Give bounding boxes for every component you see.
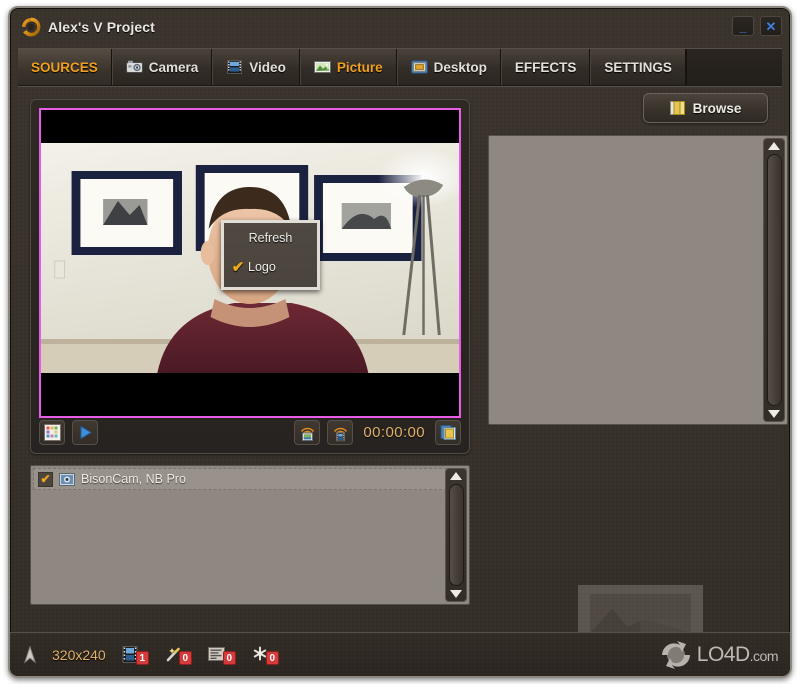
minimize-button[interactable]: _ — [732, 16, 754, 36]
scroll-up-icon[interactable] — [450, 472, 462, 480]
tab-desktop-label: Desktop — [433, 59, 487, 75]
broadcast-video-button[interactable] — [327, 419, 354, 445]
source-label: BisonCam, NB Pro — [81, 472, 186, 486]
scroll-down-icon[interactable] — [768, 410, 780, 418]
tab-bar-filler — [685, 49, 782, 85]
play-icon — [80, 425, 92, 439]
window-controls: _ ✕ — [732, 16, 782, 36]
video-preview[interactable]: Refresh ✔ Logo — [39, 108, 461, 418]
picture-list[interactable] — [488, 135, 788, 425]
title-bar[interactable]: Alex's V Project _ ✕ — [10, 8, 790, 46]
browse-label: Browse — [692, 100, 742, 116]
minimize-icon: _ — [739, 18, 747, 34]
scroll-up-icon[interactable] — [768, 142, 780, 150]
timecode-display: 00:00:00 — [363, 423, 425, 441]
broadcast-image-icon — [300, 427, 315, 441]
folder-icon — [669, 101, 685, 115]
watermark-text: LO4D.com — [696, 642, 779, 667]
tab-picture[interactable]: Picture — [299, 49, 397, 85]
tab-camera-label: Camera — [148, 59, 199, 75]
application-window: Alex's V Project _ ✕ SOURCES Camera Vide… — [8, 6, 792, 678]
tab-video-label: Video — [249, 59, 286, 75]
tab-video[interactable]: Video — [212, 49, 300, 85]
window-title: Alex's V Project — [48, 19, 155, 35]
status-badge: 0 — [222, 651, 236, 665]
scrollbar-thumb[interactable] — [448, 484, 464, 586]
film-icon — [227, 60, 243, 74]
context-menu: Refresh ✔ Logo — [221, 220, 320, 290]
status-badge: 0 — [178, 651, 192, 665]
tab-picture-label: Picture — [336, 59, 383, 75]
counter-filters[interactable]: 0 — [252, 646, 279, 665]
counter-effects[interactable]: 0 — [165, 646, 192, 665]
refresh-circle-icon — [661, 640, 690, 669]
watermark-main: LO4D — [696, 642, 750, 666]
check-icon: ✔ — [40, 472, 51, 486]
tab-settings-label: SETTINGS — [604, 59, 672, 75]
copy-files-icon — [440, 424, 456, 440]
broadcast-video-icon — [333, 427, 348, 441]
tab-sources-label: SOURCES — [31, 59, 98, 75]
tab-sources[interactable]: SOURCES — [18, 49, 112, 85]
menu-item-refresh-label: Refresh — [248, 230, 293, 245]
color-palette-button[interactable] — [39, 419, 65, 445]
menu-item-logo-label: Logo — [248, 259, 276, 274]
play-button[interactable] — [72, 419, 98, 445]
close-button[interactable]: ✕ — [760, 16, 782, 36]
counter-video[interactable]: 1 — [122, 646, 149, 665]
broadcast-image-button[interactable] — [294, 419, 321, 445]
camera-icon — [125, 60, 143, 73]
picture-list-scrollbar[interactable] — [763, 138, 785, 422]
preview-toolbar: 00:00:00 — [39, 417, 461, 447]
scrollbar-thumb[interactable] — [766, 154, 782, 406]
close-icon: ✕ — [765, 18, 777, 34]
menu-item-refresh[interactable]: Refresh — [224, 223, 317, 252]
list-item[interactable]: ✔ BisonCam, NB Pro — [33, 468, 467, 490]
status-bar: 320x240 1 0 0 0 LO4D.com — [10, 632, 790, 676]
resolution-label: 320x240 — [52, 646, 106, 663]
snapshot-button[interactable] — [435, 419, 461, 445]
tab-effects[interactable]: EFFECTS — [500, 49, 591, 85]
tab-settings[interactable]: SETTINGS — [590, 49, 686, 85]
source-checkbox[interactable]: ✔ — [38, 471, 53, 487]
menu-item-logo[interactable]: ✔ Logo — [224, 252, 317, 281]
status-badge: 1 — [135, 651, 149, 665]
watermark: LO4D.com — [659, 640, 779, 669]
picture-icon — [313, 61, 331, 73]
main-content: Refresh ✔ Logo 00:00:00 ✔ BisonCam, NB P… — [18, 86, 788, 660]
tab-bar: SOURCES Camera Video Picture Desktop EFF… — [18, 48, 782, 86]
status-badge: 0 — [265, 651, 279, 665]
color-palette-icon — [43, 423, 61, 441]
tab-effects-label: EFFECTS — [514, 59, 577, 75]
scroll-down-icon[interactable] — [450, 590, 462, 598]
webcam-icon — [59, 472, 75, 486]
watermark-suffix: .com — [749, 647, 779, 664]
browse-button[interactable]: Browse — [643, 93, 768, 123]
desktop-icon — [410, 60, 428, 74]
source-list[interactable]: ✔ BisonCam, NB Pro — [30, 465, 470, 605]
swirl-logo-icon — [22, 17, 41, 37]
tab-camera[interactable]: Camera — [111, 49, 213, 85]
check-icon: ✔ — [231, 258, 245, 276]
counter-text-overlay[interactable]: 0 — [207, 646, 236, 665]
source-list-scrollbar[interactable] — [445, 468, 467, 602]
preview-card: Refresh ✔ Logo 00:00:00 — [30, 99, 470, 454]
antenna-icon — [23, 644, 37, 663]
tab-desktop[interactable]: Desktop — [396, 49, 501, 85]
